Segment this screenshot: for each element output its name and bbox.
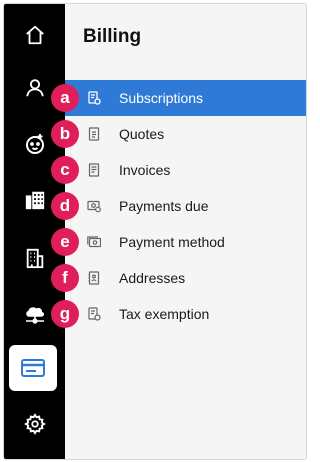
menu-item-tax-exemption[interactable]: Tax exemption [65,296,306,332]
annotation-badge-c: c [51,156,79,184]
annotation-badge-g: g [51,300,79,328]
office-building-icon [26,248,43,269]
page-title: Billing [83,26,142,47]
gear-icon [23,413,46,435]
annotation-badge-e: e [51,228,79,256]
address-book-icon [88,271,100,285]
rail-item-billing[interactable] [9,345,57,391]
payment-due-icon [87,200,101,213]
menu-item-label: Payments due [119,198,209,214]
baby-face-icon [25,134,44,154]
billing-panel: Billing Subscriptions Quotes Invoices Pa… [65,4,306,459]
menu-item-label: Addresses [119,270,186,286]
subscription-doc-icon [88,91,101,105]
menu-item-label: Subscriptions [119,90,204,106]
tax-exemption-doc-icon [88,307,101,321]
menu-item-label: Quotes [119,126,165,142]
cloud-network-icon [25,307,44,324]
menu-item-payments-due[interactable]: Payments due [65,188,306,224]
user-icon [25,79,44,97]
menu-item-quotes[interactable]: Quotes [65,116,306,152]
annotation-badge-f: f [51,264,79,292]
rail-item-settings[interactable] [4,401,65,447]
payment-method-icon [87,236,101,248]
annotation-badge-d: d [51,192,79,220]
menu-item-subscriptions[interactable]: Subscriptions [65,80,306,116]
invoice-doc-icon [88,163,100,177]
billing-menu: Subscriptions Quotes Invoices Payments d… [65,80,306,332]
menu-item-label: Invoices [119,162,171,178]
menu-item-payment-method[interactable]: Payment method [65,224,306,260]
credit-card-icon [21,359,45,377]
annotation-badge-b: b [51,120,79,148]
app-window: Billing Subscriptions Quotes Invoices Pa… [3,3,307,460]
menu-item-invoices[interactable]: Invoices [65,152,306,188]
rail-item-home[interactable] [4,12,65,58]
menu-item-addresses[interactable]: Addresses [65,260,306,296]
quote-doc-icon [88,127,100,141]
menu-item-label: Tax exemption [119,306,210,322]
annotation-badge-a: a [51,84,79,112]
home-icon [25,25,44,45]
building-apartments-icon [25,191,44,210]
menu-item-label: Payment method [119,234,225,250]
